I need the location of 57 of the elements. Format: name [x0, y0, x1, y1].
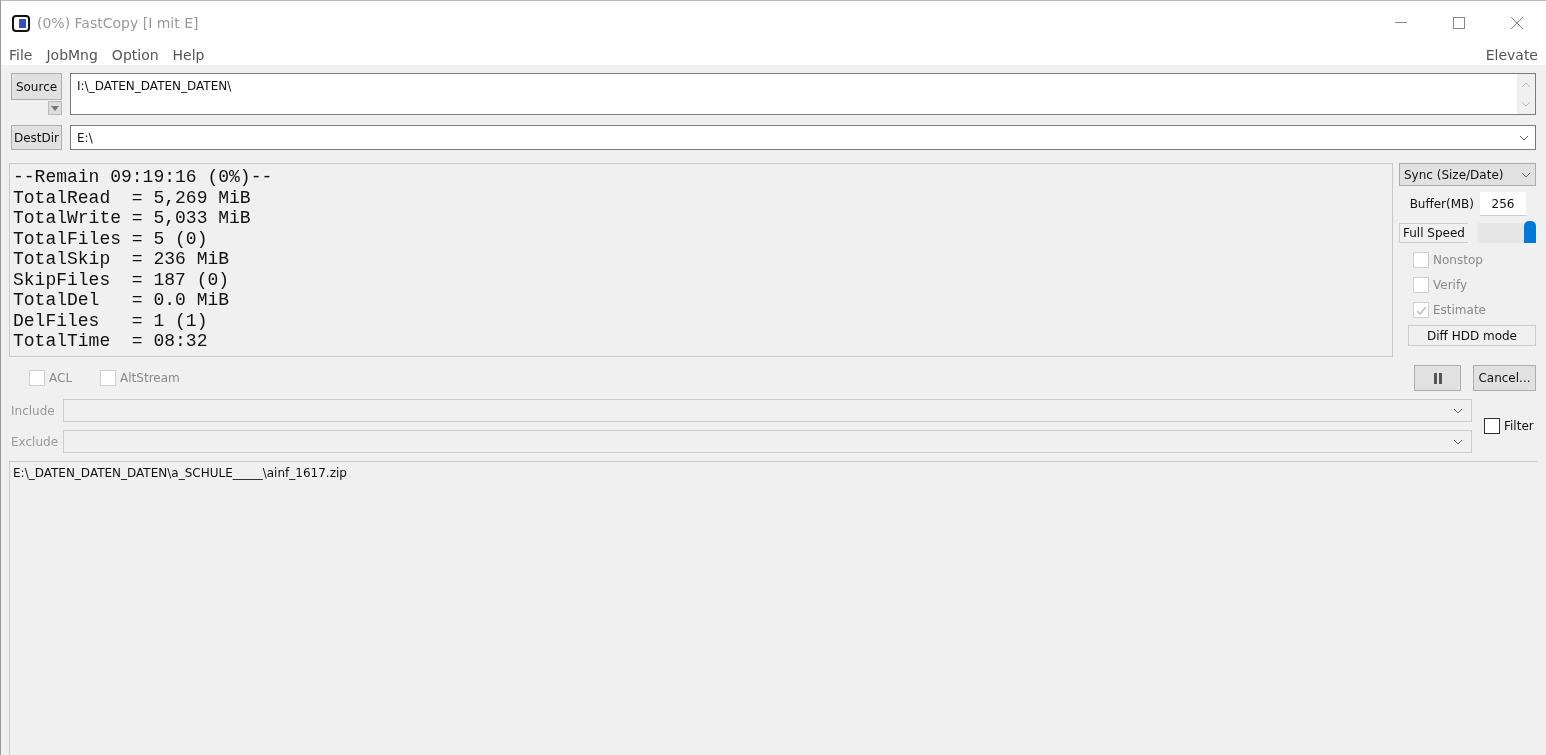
include-field[interactable]	[63, 399, 1472, 422]
destination-path: E:\	[76, 129, 94, 147]
chevron-down-icon	[1519, 134, 1529, 141]
checkmark-icon	[1415, 304, 1427, 316]
checkbox[interactable]	[1484, 418, 1500, 434]
include-label: Include	[11, 402, 56, 420]
maximize-icon	[1453, 17, 1465, 29]
scroll-up-icon	[1522, 81, 1530, 87]
chevron-down-icon	[1521, 171, 1531, 178]
checkbox-label: Estimate	[1433, 302, 1486, 319]
menu-item[interactable]: JobMng	[46, 44, 98, 66]
status-line: TotalRead = 5,269 MiB	[13, 187, 251, 208]
source-field[interactable]: I:\_DATEN_DATEN_DATEN\	[70, 73, 1536, 115]
scroll-down-icon	[1522, 101, 1530, 107]
chevron-down-icon	[1453, 407, 1463, 414]
app-icon	[11, 13, 31, 33]
menu-item[interactable]: Help	[172, 44, 205, 66]
checkbox-label: Filter	[1504, 418, 1534, 435]
speed-slider-track[interactable]	[1478, 223, 1536, 243]
caret-down-icon	[51, 105, 59, 111]
minimize-icon	[1395, 22, 1407, 24]
window-title: (0%) FastCopy [I mit E]	[37, 13, 199, 33]
destdir-button[interactable]: DestDir	[11, 125, 62, 150]
menu-item[interactable]: File	[9, 44, 33, 66]
status-line: SkipFiles = 187 (0)	[13, 269, 230, 290]
scrollbar[interactable]	[1517, 74, 1535, 114]
buffer-label: Buffer(MB)	[1409, 196, 1474, 213]
speed-slider-thumb[interactable]	[1524, 221, 1536, 243]
exclude-field[interactable]	[63, 430, 1472, 453]
menu-item[interactable]: Option	[111, 44, 159, 66]
pause-icon	[1432, 372, 1443, 384]
source-path: I:\_DATEN_DATEN_DATEN\	[76, 78, 233, 95]
elevate-menu-item[interactable]: Elevate	[1485, 44, 1538, 66]
status-line: TotalSkip = 236 MiB	[13, 249, 230, 270]
status-line: TotalTime = 08:32	[13, 331, 208, 352]
cancel-button[interactable]: Cancel...	[1473, 365, 1536, 391]
checkbox-label: Verify	[1433, 277, 1468, 294]
status-line: TotalWrite = 5,033 MiB	[13, 208, 251, 229]
status-line: --Remain 09:19:16 (0%)--	[13, 167, 273, 188]
buffer-field[interactable]: 256	[1480, 192, 1526, 216]
status-line: TotalDel = 0.0 MiB	[13, 290, 230, 311]
close-icon	[1511, 17, 1523, 29]
chevron-down-icon	[1453, 438, 1463, 445]
source-button[interactable]: Source	[11, 73, 62, 100]
diff-mode-label: Diff HDD mode	[1408, 325, 1536, 346]
checkbox-label: Nonstop	[1433, 252, 1483, 269]
exclude-label: Exclude	[11, 433, 57, 451]
destination-field[interactable]: E:\	[70, 125, 1536, 150]
status-line: DelFiles = 1 (1)	[13, 310, 208, 331]
checkbox-label: AltStream	[120, 370, 180, 387]
speed-label: Full Speed	[1399, 223, 1468, 243]
checkbox-label: ACL	[49, 370, 73, 387]
log-line: E:\_DATEN_DATEN_DATEN\a_SCHULE_____\ainf_1617.zip	[13, 465, 347, 482]
status-line: TotalFiles = 5 (0)	[13, 228, 208, 249]
source-history-button[interactable]	[48, 101, 62, 115]
pause-button[interactable]	[1414, 365, 1461, 391]
mode-dropdown[interactable]: Sync (Size/Date)	[1399, 163, 1536, 186]
